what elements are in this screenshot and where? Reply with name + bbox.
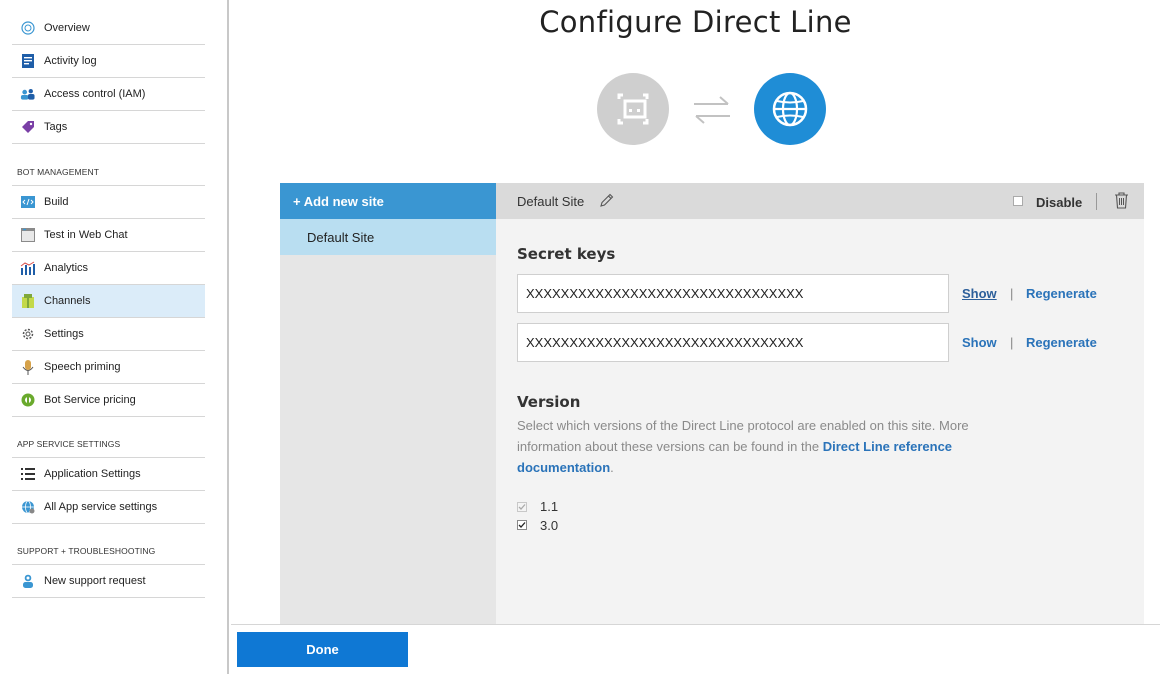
sidebar-item-build[interactable]: Build (12, 186, 205, 219)
version-desc-end: . (610, 460, 614, 475)
site-item-default[interactable]: Default Site (280, 219, 496, 255)
sidebar: Overview Activity log Access control (IA… (0, 0, 229, 674)
sidebar-item-label: Speech priming (44, 361, 121, 373)
sidebar-item-label: Analytics (44, 262, 89, 274)
tag-icon (20, 120, 35, 135)
site-detail-header: Default Site Disable (496, 183, 1144, 219)
sidebar-item-label: Access control (IAM) (44, 88, 146, 100)
gear-icon (20, 327, 35, 342)
key-separator: | (1010, 335, 1014, 350)
sidebar-item-all-app-service-settings[interactable]: All App service settings (12, 491, 205, 524)
footer-divider (231, 624, 1160, 625)
checkmark-icon (518, 504, 526, 510)
version-1-1-label: 1.1 (540, 499, 559, 514)
regenerate-key-2-link[interactable]: Regenerate (1026, 335, 1097, 350)
sidebar-item-bot-service-pricing[interactable]: Bot Service pricing (12, 384, 205, 417)
pencil-icon[interactable] (599, 193, 614, 208)
section-title-support: SUPPORT + TROUBLESHOOTING (17, 546, 156, 556)
sidebar-item-label: Build (44, 196, 69, 208)
sidebar-item-label: Bot Service pricing (44, 394, 136, 406)
sidebar-item-channels[interactable]: Channels (12, 285, 205, 318)
sidebar-item-label: Test in Web Chat (44, 229, 128, 241)
section-title-app-service: APP SERVICE SETTINGS (17, 439, 121, 449)
header-separator (1096, 193, 1097, 210)
sidebar-item-overview[interactable]: Overview (12, 12, 205, 45)
swap-arrows-icon (694, 96, 730, 124)
disable-checkbox[interactable] (1013, 196, 1023, 206)
sidebar-item-label: Activity log (44, 55, 97, 67)
sidebar-item-label: Overview (44, 22, 90, 34)
sidebar-item-label: New support request (44, 575, 146, 587)
activity-log-icon (20, 54, 35, 69)
secret-keys-title: Secret keys (517, 245, 616, 263)
access-control-icon (20, 87, 35, 102)
version-1-1-checkbox (517, 502, 527, 512)
secret-key-1-input[interactable] (517, 274, 949, 313)
sidebar-item-label: Application Settings (44, 468, 141, 480)
add-new-site-button[interactable]: + Add new site (280, 183, 496, 219)
speech-priming-icon (20, 359, 35, 375)
sidebar-item-speech-priming[interactable]: Speech priming (12, 351, 205, 384)
sidebar-item-test-in-web-chat[interactable]: Test in Web Chat (12, 219, 205, 252)
sites-list: + Add new site Default Site (280, 183, 496, 624)
section-title-bot-management: BOT MANAGEMENT (17, 167, 100, 177)
bot-icon (597, 73, 669, 145)
sidebar-item-activity-log[interactable]: Activity log (12, 45, 205, 78)
sidebar-item-settings[interactable]: Settings (12, 318, 205, 351)
code-icon (20, 195, 35, 210)
sidebar-item-application-settings[interactable]: Application Settings (12, 458, 205, 491)
done-button[interactable]: Done (237, 632, 408, 667)
sidebar-item-tags[interactable]: Tags (12, 111, 205, 144)
regenerate-key-1-link[interactable]: Regenerate (1026, 286, 1097, 301)
key-separator: | (1010, 286, 1014, 301)
list-icon (20, 467, 35, 482)
sidebar-item-label: Channels (44, 295, 91, 307)
direct-line-config-panel: + Add new site Default Site Default Site… (280, 183, 1144, 624)
checkmark-icon (518, 522, 526, 528)
main-content: Configure Direct Line + Add new site Def… (231, 0, 1160, 674)
globe-gear-icon (20, 500, 35, 515)
trash-icon[interactable] (1114, 192, 1129, 209)
page-title: Configure Direct Line (539, 5, 852, 39)
pricing-icon (20, 393, 35, 408)
disable-label: Disable (1036, 195, 1083, 210)
analytics-icon (20, 261, 35, 276)
sidebar-item-label: Settings (44, 328, 84, 340)
secret-key-2-input[interactable] (517, 323, 949, 362)
sidebar-item-new-support-request[interactable]: New support request (12, 565, 205, 598)
globe-icon (754, 73, 826, 145)
web-chat-icon (20, 228, 35, 243)
sidebar-item-access-control[interactable]: Access control (IAM) (12, 78, 205, 111)
show-key-2-link[interactable]: Show (962, 335, 997, 350)
overview-icon (20, 21, 35, 36)
sidebar-item-label: Tags (44, 121, 68, 133)
sidebar-item-analytics[interactable]: Analytics (12, 252, 205, 285)
version-title: Version (517, 393, 581, 411)
site-name: Default Site (517, 194, 585, 209)
channels-icon (20, 294, 35, 309)
version-description: Select which versions of the Direct Line… (517, 415, 1007, 478)
show-key-1-link[interactable]: Show (962, 286, 997, 301)
support-person-icon (20, 574, 35, 589)
sidebar-item-label: All App service settings (44, 501, 158, 513)
version-3-0-checkbox[interactable] (517, 520, 527, 530)
version-3-0-label: 3.0 (540, 518, 559, 533)
